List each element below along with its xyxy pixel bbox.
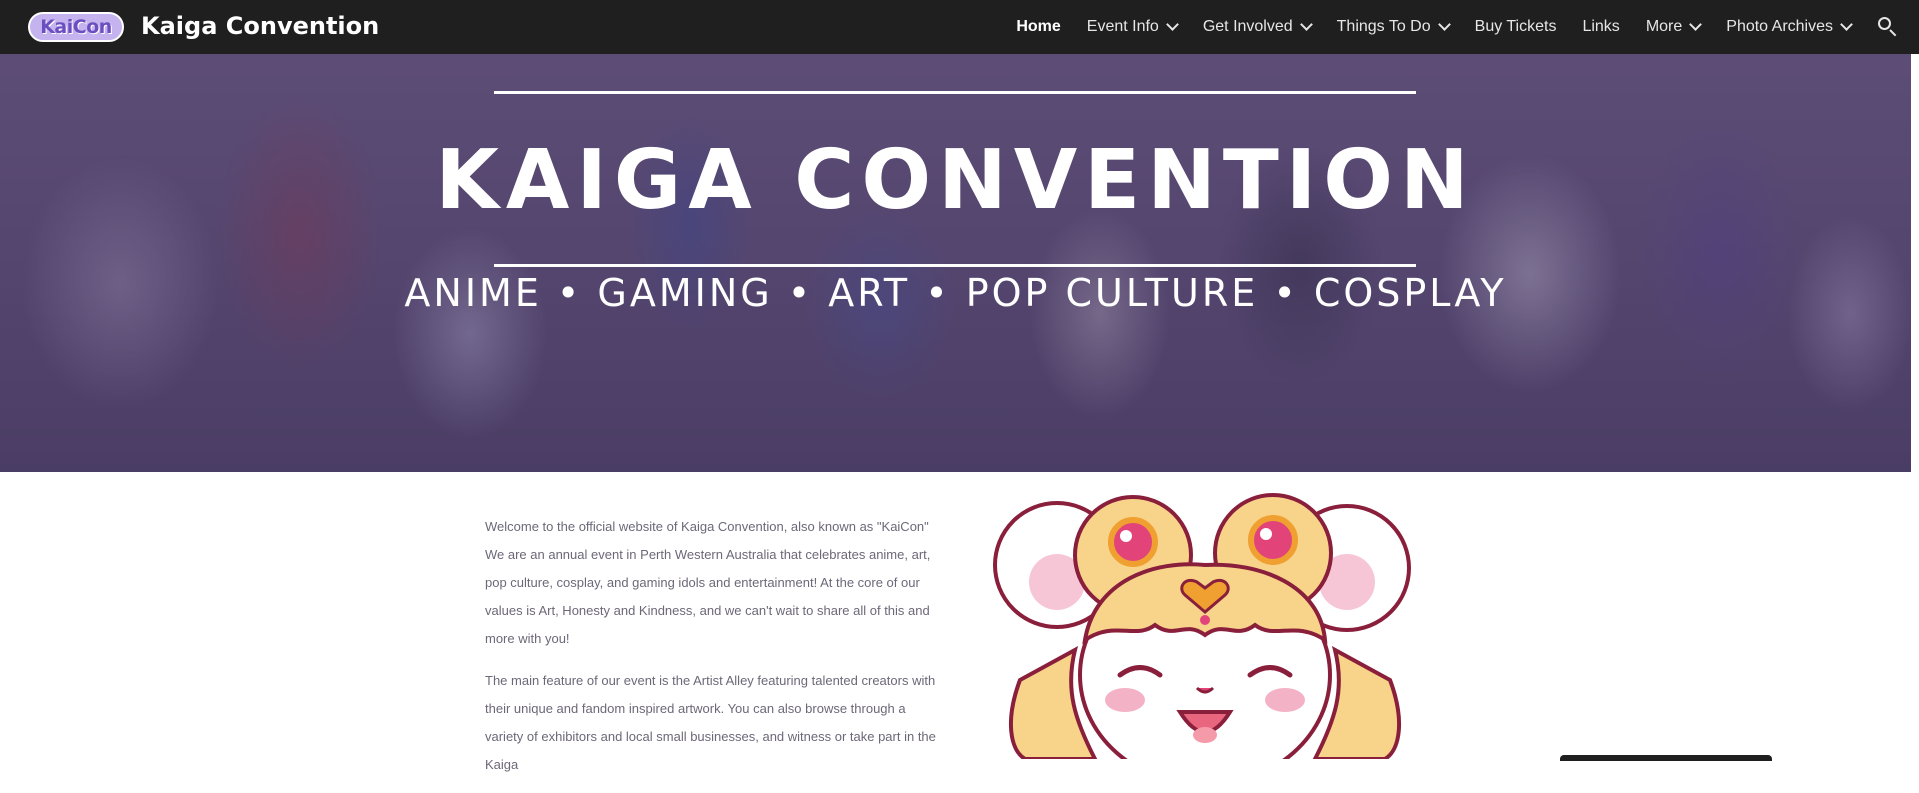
mascot-gem-left-shine: [1120, 530, 1132, 542]
chevron-down-icon: [1299, 18, 1313, 31]
nav-things-to-do[interactable]: Things To Do: [1336, 0, 1451, 54]
mascot-cheek-left: [1105, 688, 1145, 712]
intro-section: Welcome to the official website of Kaiga…: [485, 513, 937, 793]
mascot-cheek-right: [1265, 688, 1305, 712]
hero-banner: KAIGA CONVENTION ANIME • GAMING • ART • …: [0, 54, 1911, 472]
page-gutter: [1911, 54, 1919, 759]
nav-links[interactable]: Links: [1582, 0, 1619, 54]
mascot-gem-right: [1248, 515, 1298, 565]
main-nav: Home Event Info Get Involved Things To D…: [1016, 0, 1919, 54]
mascot-gem-left: [1108, 517, 1158, 567]
nav-more-label: More: [1645, 18, 1683, 35]
kaicon-logo[interactable]: KaiCon: [28, 12, 124, 42]
mascot-nose: [1195, 686, 1215, 694]
hero-subtitle: ANIME • GAMING • ART • POP CULTURE • COS…: [404, 271, 1507, 315]
mascot-tiara-gem: [1200, 615, 1210, 625]
intro-paragraph-1: Welcome to the official website of Kaiga…: [485, 519, 931, 646]
chevron-down-icon: [1840, 18, 1853, 31]
nav-buy-tickets[interactable]: Buy Tickets: [1475, 0, 1557, 54]
nav-home-label: Home: [1016, 18, 1061, 35]
site-title[interactable]: Kaiga Convention: [141, 11, 379, 41]
chevron-down-icon: [1165, 18, 1179, 31]
nav-buy-tickets-label: Buy Tickets: [1474, 18, 1557, 35]
hero-photo-overlay: [0, 54, 1911, 472]
top-navigation-bar: KaiCon Kaiga Convention Home Event Info …: [0, 0, 1919, 54]
search-icon[interactable]: [1877, 16, 1899, 38]
nav-event-info[interactable]: Event Info: [1086, 0, 1179, 54]
hero-bottom-divider: [494, 264, 1416, 267]
nav-links-label: Links: [1582, 18, 1620, 35]
mascot-gem-right-shine: [1260, 528, 1272, 540]
hero-top-divider: [494, 91, 1416, 94]
nav-get-involved[interactable]: Get Involved: [1202, 0, 1313, 54]
hero-title: KAIGA CONVENTION: [435, 133, 1476, 228]
logo-text: KaiCon: [40, 16, 112, 38]
nav-things-to-do-label: Things To Do: [1336, 18, 1431, 35]
search-lens: [1878, 17, 1891, 30]
mascot-illustration: [993, 493, 1411, 759]
nav-more[interactable]: More: [1645, 0, 1703, 54]
chevron-down-icon: [1437, 18, 1451, 31]
nav-event-info-label: Event Info: [1086, 18, 1159, 35]
chevron-down-icon: [1689, 18, 1703, 31]
nav-photo-archives[interactable]: Photo Archives: [1726, 0, 1853, 54]
search-handle: [1889, 29, 1897, 37]
mascot-tongue: [1193, 727, 1217, 743]
nav-home[interactable]: Home: [1016, 0, 1060, 54]
floating-tab[interactable]: [1560, 755, 1772, 761]
intro-paragraph-2: The main feature of our event is the Art…: [485, 673, 936, 772]
nav-photo-archives-label: Photo Archives: [1726, 18, 1833, 35]
nav-get-involved-label: Get Involved: [1202, 18, 1293, 35]
